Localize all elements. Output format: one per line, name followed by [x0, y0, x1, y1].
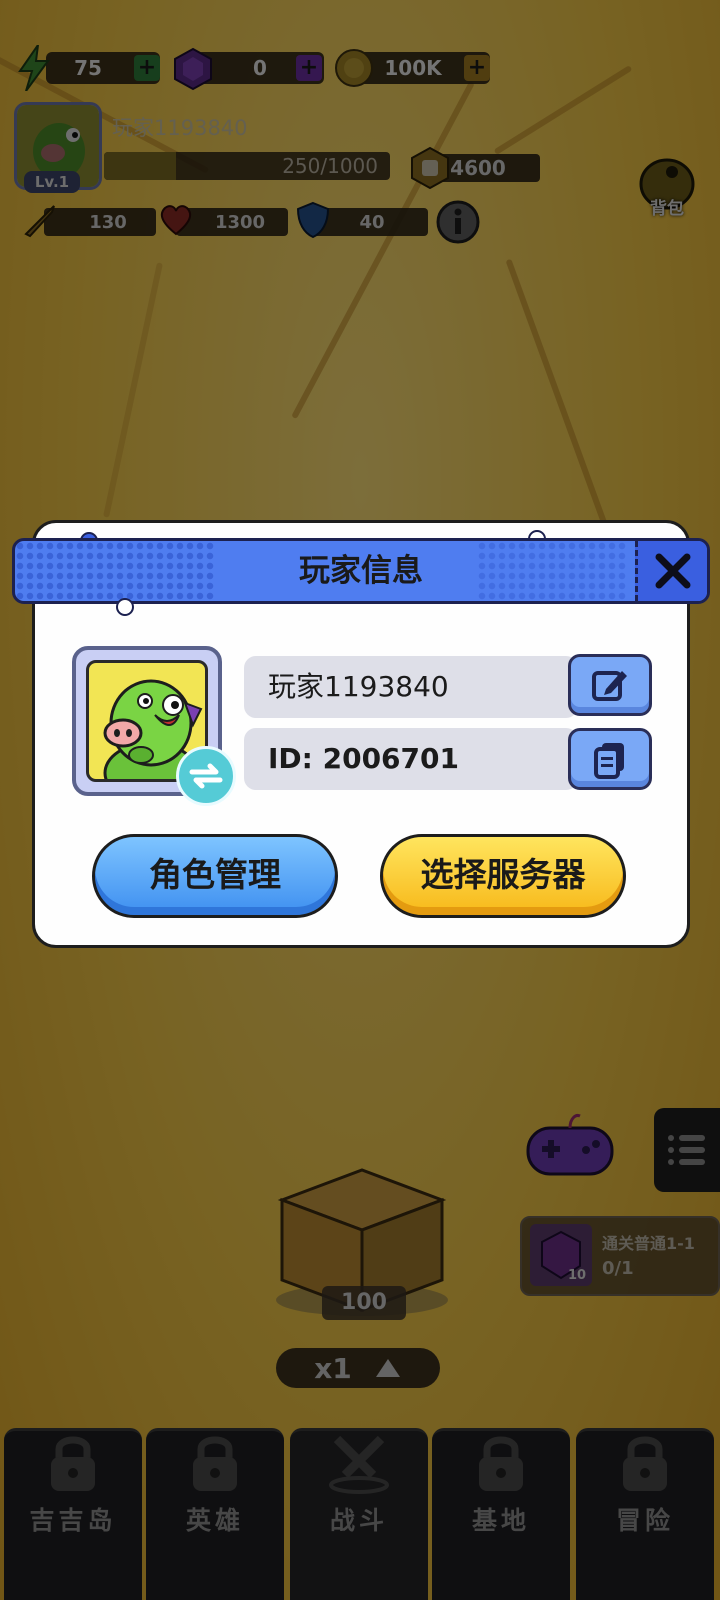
swap-arrows-icon	[189, 763, 223, 789]
close-icon	[655, 553, 690, 589]
close-button[interactable]	[635, 541, 707, 601]
change-avatar-button[interactable]	[176, 746, 236, 806]
edit-name-button[interactable]	[568, 654, 652, 716]
player-id-field: ID: 2006701	[244, 728, 578, 790]
role-management-button[interactable]: 角色管理	[92, 834, 338, 918]
copy-id-button[interactable]	[568, 728, 652, 790]
dialog-title: 玩家信息	[299, 553, 423, 589]
dialog-header: 玩家信息	[12, 538, 710, 604]
select-server-button[interactable]: 选择服务器	[380, 834, 626, 918]
header-decoration-dot	[116, 598, 134, 616]
edit-icon	[592, 671, 627, 701]
player-name-field: 玩家1193840	[244, 656, 578, 718]
copy-icon	[594, 743, 624, 779]
